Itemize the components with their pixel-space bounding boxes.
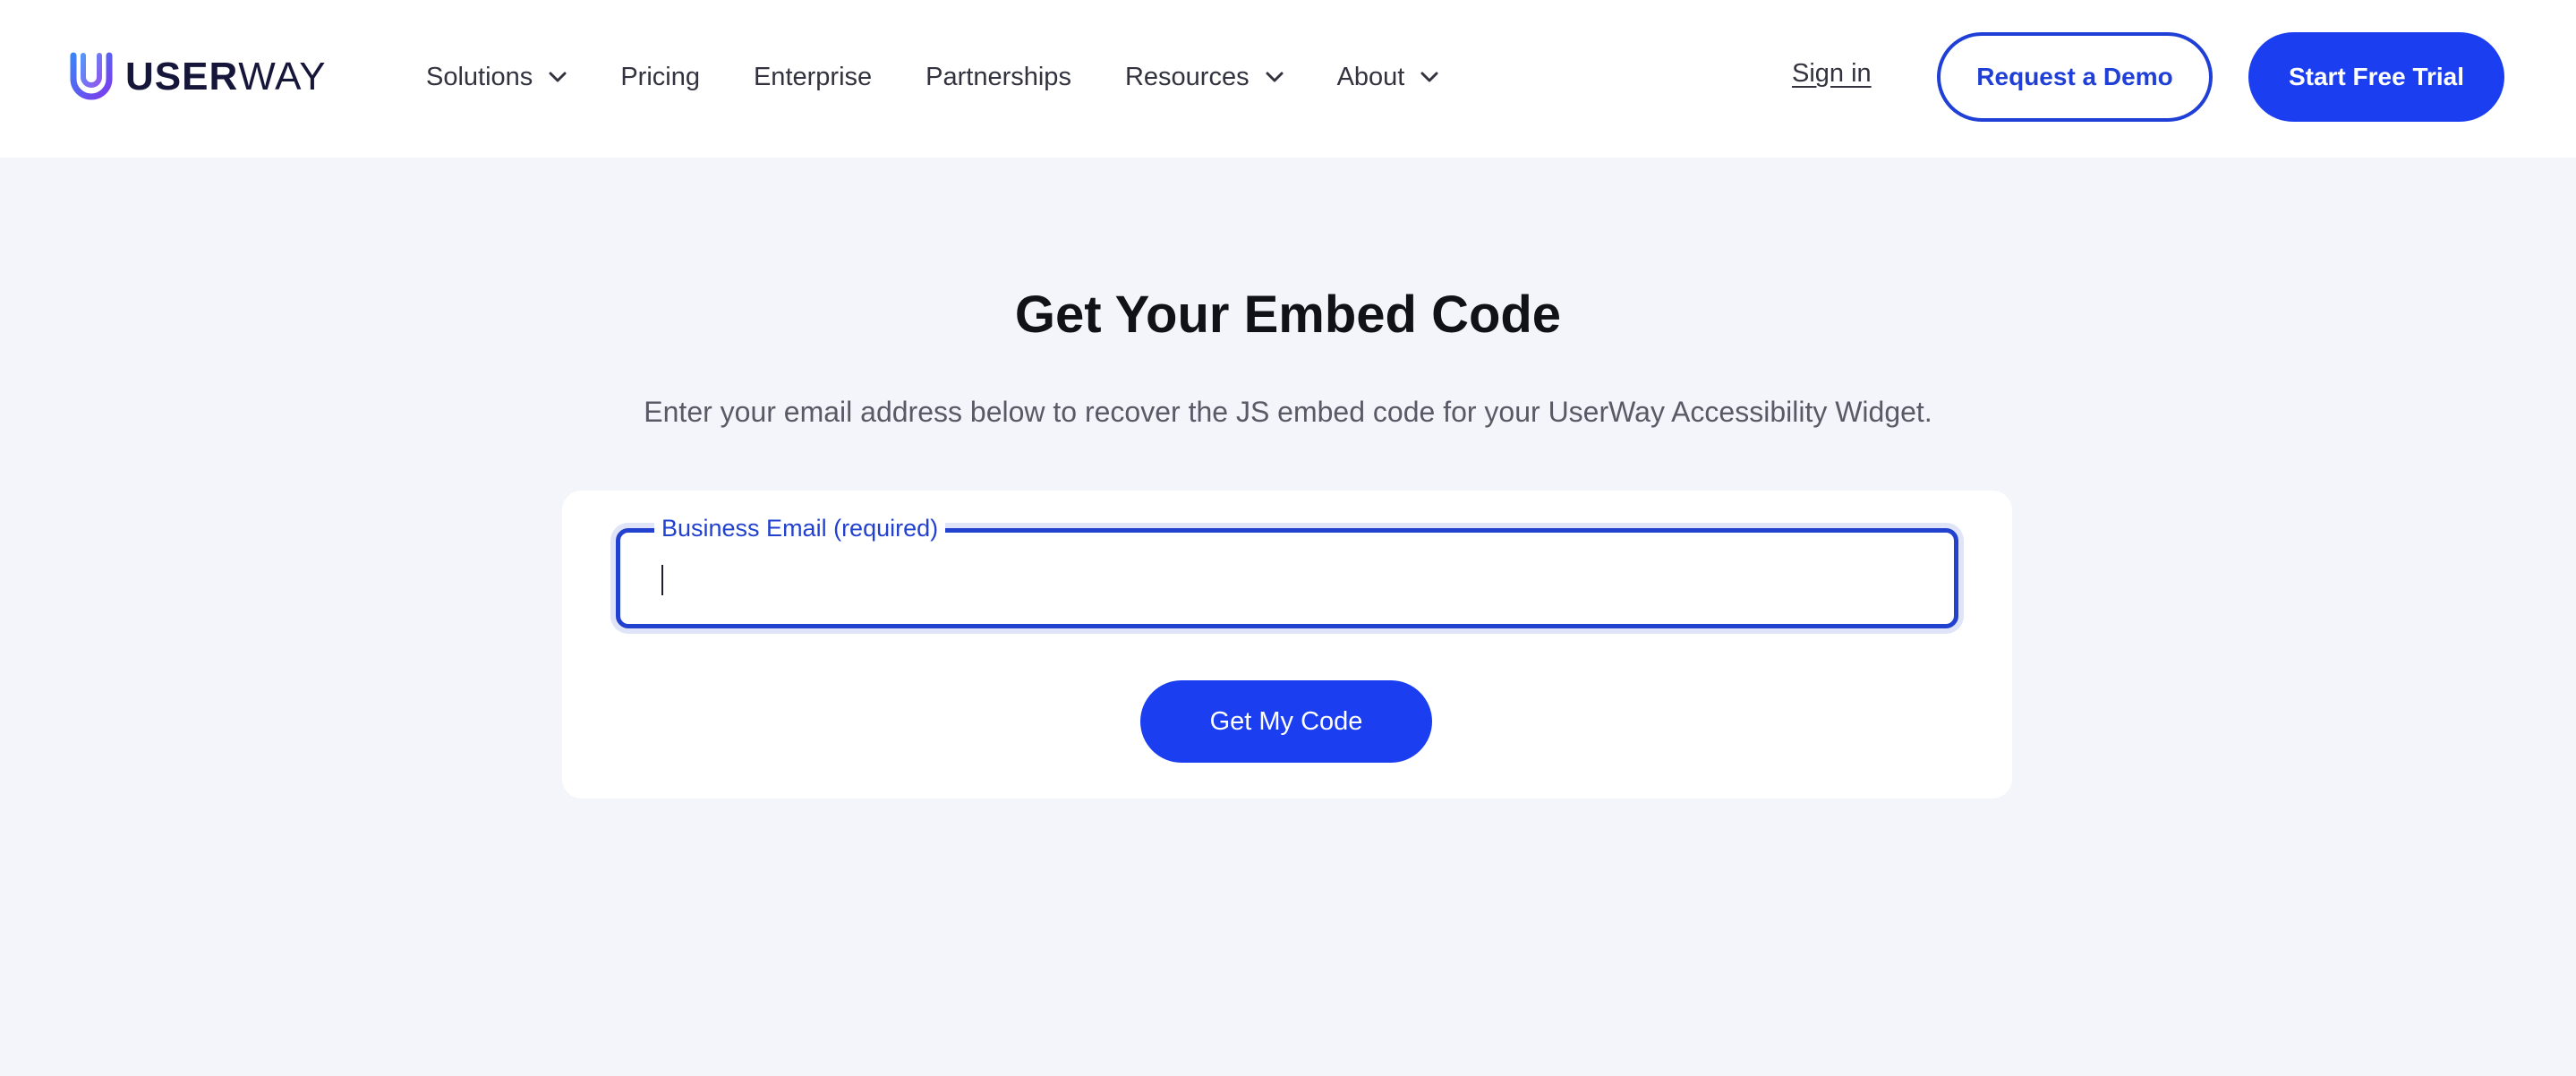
site-header: USERWAY Solutions Pricing Enterprise Par… [0, 0, 2576, 158]
nav-item-enterprise[interactable]: Enterprise [754, 63, 872, 92]
page-title: Get Your Embed Code [1014, 286, 1562, 344]
nav-item-label: Enterprise [753, 62, 873, 91]
business-email-field: Business Email (required) [616, 513, 1958, 628]
text-caret [661, 565, 663, 595]
embed-code-form-card: Business Email (required) Get My Code [562, 491, 2012, 798]
chevron-down-icon [1420, 72, 1438, 82]
chevron-down-icon [1266, 72, 1284, 82]
chevron-down-icon [549, 72, 567, 82]
request-demo-button[interactable]: Request a Demo [1937, 32, 2213, 122]
nav-item-partnerships[interactable]: Partnerships [925, 63, 1071, 92]
userway-u-logo-icon [68, 52, 115, 102]
start-free-trial-button[interactable]: Start Free Trial [2248, 32, 2504, 122]
nav-item-label: Pricing [620, 62, 700, 91]
page-subtitle: Enter your email address below to recove… [644, 396, 1932, 428]
nav-item-label: About [1336, 62, 1405, 91]
nav-item-resources[interactable]: Resources [1125, 63, 1284, 92]
sign-in-link[interactable]: Sign in [1792, 59, 1872, 89]
nav-item-solutions[interactable]: Solutions [426, 63, 567, 92]
nav-item-label: Solutions [426, 62, 533, 91]
nav-item-label: Resources [1124, 62, 1250, 91]
userway-logo[interactable]: USERWAY [68, 50, 327, 104]
logo-wordmark: USERWAY [125, 55, 327, 98]
nav-item-pricing[interactable]: Pricing [620, 63, 700, 92]
main-nav: Solutions Pricing Enterprise Partnership… [426, 54, 1492, 100]
get-my-code-button[interactable]: Get My Code [1140, 680, 1432, 763]
nav-item-about[interactable]: About [1337, 63, 1439, 92]
nav-item-label: Partnerships [925, 62, 1071, 91]
business-email-input[interactable] [620, 533, 1954, 624]
